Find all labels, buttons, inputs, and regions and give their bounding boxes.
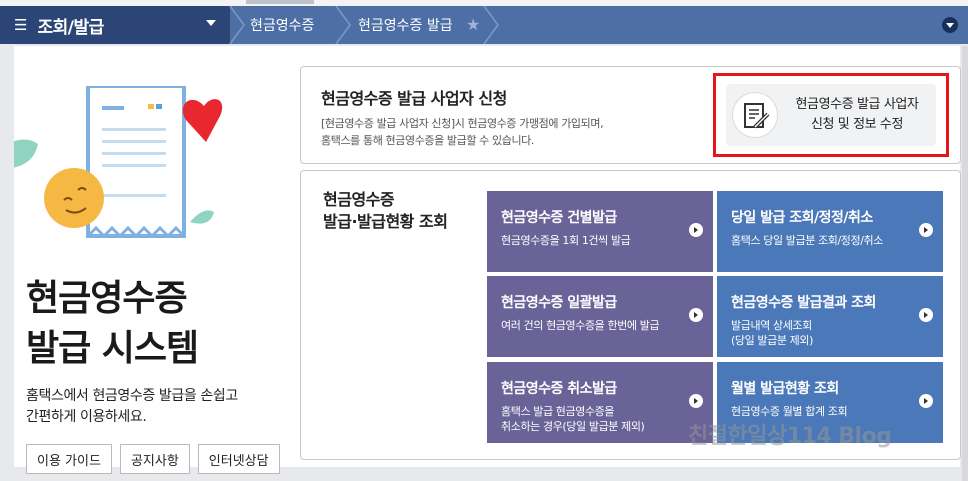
- guide-button[interactable]: 이용 가이드: [26, 444, 112, 474]
- hero-title-line: 발급 시스템: [26, 328, 199, 369]
- smiley-icon: [44, 168, 104, 228]
- chevron-separator-icon: [335, 6, 351, 44]
- breadcrumb-item[interactable]: 현금영수증: [250, 6, 314, 44]
- tile-title: 월별 발급현황 조회: [731, 381, 839, 397]
- arrow-right-icon: [919, 394, 933, 408]
- apply-business-button-label: 현금영수증 발급 사업자 신청 및 정보 수정: [778, 95, 936, 135]
- notice-button[interactable]: 공지사항: [119, 444, 190, 474]
- breadcrumb-item[interactable]: 현금영수증 발급: [358, 6, 453, 44]
- leaf-icon: [190, 210, 214, 224]
- nav-bar: ☰ 조회/발급 현금영수증 현금영수증 발급 ★: [0, 6, 968, 44]
- tile-sub-line: 취소하는 경우(당일 발급분 제외): [501, 420, 645, 433]
- chevron-separator-icon: [229, 6, 245, 44]
- online-consult-button[interactable]: 인터넷상담: [197, 444, 280, 474]
- arrow-right-icon: [689, 308, 703, 322]
- blog-watermark: 친절한일상114 Blog: [688, 424, 892, 449]
- hero-desc-line: 간편하게 이용하세요.: [26, 409, 147, 425]
- tile-subtitle: 현금영수증을 1회 1건씩 발급: [501, 233, 713, 248]
- hero-button-group: 이용 가이드 공지사항 인터넷상담: [26, 444, 280, 474]
- caret-down-icon: [206, 20, 216, 26]
- bulk-issue-tile[interactable]: 현금영수증 일괄발급 여러 건의 현금영수증을 한번에 발급: [487, 276, 713, 357]
- apply-section: 현금영수증 발급 사업자 신청 [현금영수증 발급 사업자 신청]시 현금영수증…: [300, 66, 961, 164]
- arrow-right-icon: [689, 223, 703, 237]
- hamburger-icon: ☰: [14, 16, 28, 34]
- tile-title: 현금영수증 발급결과 조회: [731, 295, 876, 311]
- apply-business-button[interactable]: 현금영수증 발급 사업자 신청 및 정보 수정: [726, 84, 936, 146]
- apply-button-line: 현금영수증 발급 사업자: [795, 97, 919, 112]
- tile-sub-line: 홈택스 발급 현금영수증을: [501, 405, 615, 418]
- tile-title: 당일 발급 조회/정정/취소: [731, 210, 873, 226]
- hero-desc-line: 홈택스에서 현금영수증 발급을 손쉽고: [26, 388, 238, 404]
- chevron-down-icon[interactable]: [942, 17, 958, 33]
- tile-title: 현금영수증 취소발급: [501, 381, 617, 397]
- tile-subtitle: 발급내역 상세조회 (당일 발급분 제외): [731, 318, 943, 348]
- hero-title: 현금영수증 발급 시스템: [26, 274, 199, 374]
- cancel-issue-tile[interactable]: 현금영수증 취소발급 홈택스 발급 현금영수증을 취소하는 경우(당일 발급분 …: [487, 362, 713, 443]
- tile-subtitle: 여러 건의 현금영수증을 한번에 발급: [501, 318, 713, 333]
- issue-title-line: 현금영수증: [323, 190, 395, 209]
- receipt-illustration: [14, 86, 223, 239]
- issue-section-title: 현금영수증 발급·발급현황 조회: [323, 189, 448, 233]
- arrow-right-icon: [919, 223, 933, 237]
- tile-sub-line: 현금영수증을 1회 1건씩 발급: [501, 234, 631, 247]
- hero-title-line: 현금영수증: [26, 278, 188, 319]
- tile-subtitle: 홈택스 당일 발급분 조회/정정/취소: [731, 233, 943, 248]
- tile-subtitle: 홈택스 발급 현금영수증을 취소하는 경우(당일 발급분 제외): [501, 404, 713, 434]
- tile-sub-line: 발급내역 상세조회: [731, 319, 812, 332]
- heart-icon: [182, 99, 223, 142]
- apply-section-title: 현금영수증 발급 사업자 신청: [321, 89, 507, 108]
- issue-section: 현금영수증 발급·발급현황 조회 현금영수증 건별발급 현금영수증을 1회 1건…: [300, 170, 961, 460]
- nav-menu-title: 조회/발급: [37, 17, 104, 38]
- tile-sub-line: 현금영수증 월별 합계 조회: [731, 405, 848, 418]
- tile-subtitle: 현금영수증 월별 합계 조회: [731, 404, 943, 419]
- apply-section-description: [현금영수증 발급 사업자 신청]시 현금영수증 가맹점에 가입되며, 홈택스를…: [321, 115, 604, 149]
- arrow-right-icon: [919, 308, 933, 322]
- leaf-icon: [14, 139, 38, 168]
- issue-result-inquiry-tile[interactable]: 현금영수증 발급결과 조회 발급내역 상세조회 (당일 발급분 제외): [717, 276, 943, 357]
- tile-title: 현금영수증 건별발급: [501, 210, 617, 226]
- tile-title: 현금영수증 일괄발급: [501, 295, 617, 311]
- apply-desc-line: 홈택스를 통해 현금영수증을 발급할 수 있습니다.: [321, 134, 534, 147]
- apply-button-line: 신청 및 정보 수정: [810, 117, 904, 132]
- star-icon[interactable]: ★: [466, 15, 480, 34]
- scrollbar[interactable]: [962, 46, 968, 481]
- top-accent: [246, 0, 314, 4]
- tile-sub-line: (당일 발급분 제외): [731, 334, 814, 347]
- single-issue-tile[interactable]: 현금영수증 건별발급 현금영수증을 1회 1건씩 발급: [487, 191, 713, 272]
- hero-description: 홈택스에서 현금영수증 발급을 손쉽고 간편하게 이용하세요.: [26, 386, 238, 428]
- document-edit-icon: [732, 92, 778, 138]
- apply-desc-line: [현금영수증 발급 사업자 신청]시 현금영수증 가맹점에 가입되며,: [321, 117, 604, 130]
- chevron-separator-icon: [483, 6, 499, 44]
- same-day-inquiry-tile[interactable]: 당일 발급 조회/정정/취소 홈택스 당일 발급분 조회/정정/취소: [717, 191, 943, 272]
- nav-menu-button[interactable]: ☰ 조회/발급: [0, 6, 230, 44]
- arrow-right-icon: [689, 394, 703, 408]
- apply-highlight-frame: 현금영수증 발급 사업자 신청 및 정보 수정: [713, 73, 949, 157]
- issue-title-line: 발급·발급현황 조회: [323, 212, 448, 231]
- tile-sub-line: 여러 건의 현금영수증을 한번에 발급: [501, 319, 660, 332]
- tile-sub-line: 홈택스 당일 발급분 조회/정정/취소: [731, 234, 883, 247]
